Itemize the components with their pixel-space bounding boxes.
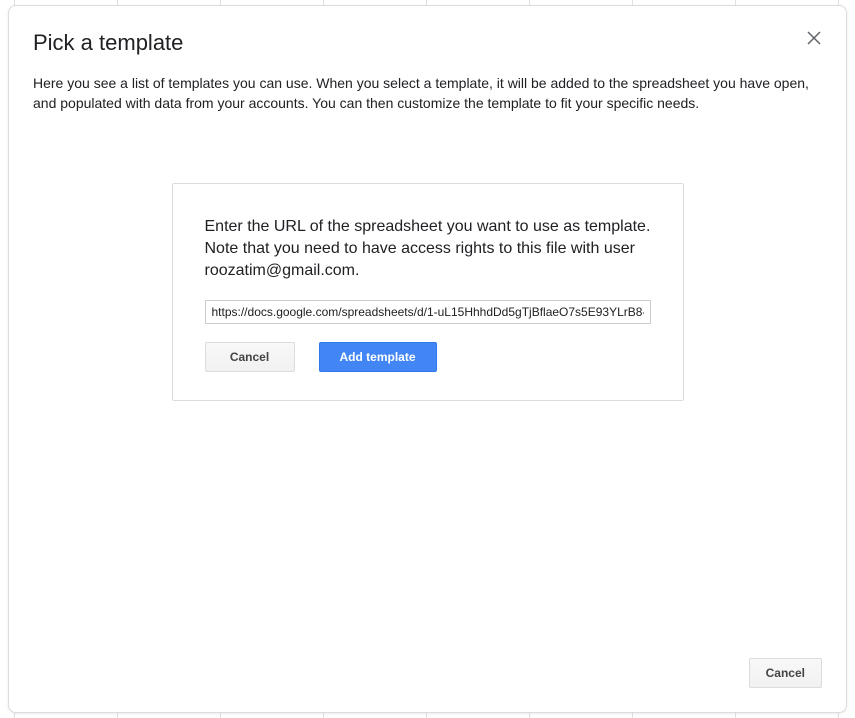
- template-form: Enter the URL of the spreadsheet you wan…: [172, 183, 684, 401]
- close-icon[interactable]: [802, 26, 826, 50]
- modal-description: Here you see a list of templates you can…: [33, 74, 822, 113]
- pick-template-modal: Pick a template Here you see a list of t…: [8, 5, 847, 713]
- cancel-button[interactable]: Cancel: [205, 342, 295, 372]
- modal-header: Pick a template: [33, 30, 822, 56]
- url-input[interactable]: [205, 300, 651, 324]
- modal-title: Pick a template: [33, 30, 183, 56]
- modal-footer: Cancel: [33, 650, 822, 688]
- button-row: Cancel Add template: [205, 342, 651, 372]
- x-icon: [807, 31, 821, 45]
- template-instruction: Enter the URL of the spreadsheet you wan…: [205, 216, 651, 282]
- footer-cancel-button[interactable]: Cancel: [749, 658, 822, 688]
- add-template-button[interactable]: Add template: [319, 342, 437, 372]
- content-area: Enter the URL of the spreadsheet you wan…: [33, 113, 822, 650]
